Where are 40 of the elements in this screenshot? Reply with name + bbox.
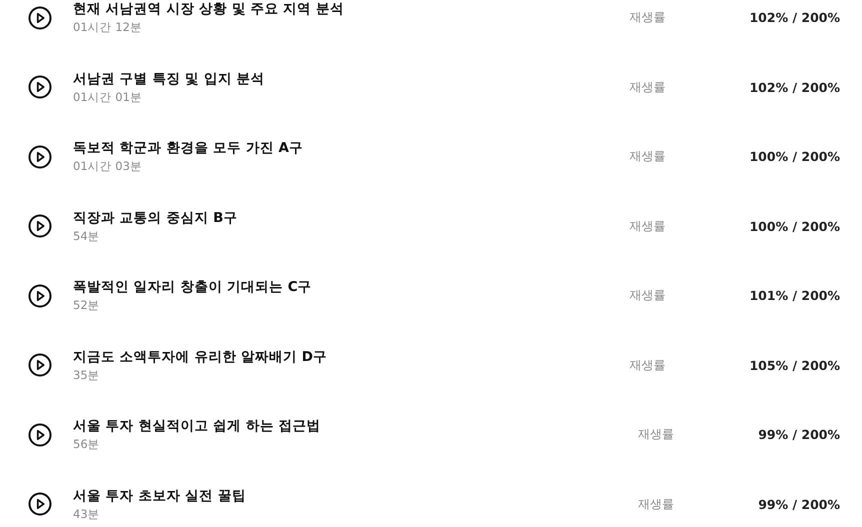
playback-rate-label: 재생률	[629, 78, 666, 96]
lesson-title[interactable]: 직장과 교통의 중심지 B구	[73, 208, 238, 227]
lesson-duration: 54분	[73, 228, 100, 244]
lesson-title[interactable]: 서남권 구별 특징 및 입지 분석	[73, 70, 264, 88]
lesson-duration: 01시간 12분	[73, 20, 142, 36]
play-icon[interactable]	[28, 214, 52, 238]
playback-rate: 101% / 200%	[749, 288, 840, 304]
playback-rate-label: 재생률	[629, 218, 666, 235]
lesson-duration: 56분	[73, 437, 100, 452]
play-icon[interactable]	[28, 284, 52, 308]
lesson-title[interactable]: 독보적 학군과 환경을 모두 가진 A구	[73, 139, 303, 158]
playback-rate-label: 재생률	[638, 496, 676, 513]
playback-rate: 99% / 200%	[758, 427, 840, 442]
lesson-duration: 35분	[73, 368, 100, 383]
lesson-duration: 43분	[73, 506, 100, 522]
play-icon[interactable]	[28, 422, 52, 447]
playback-rate: 105% / 200%	[749, 358, 840, 373]
playback-rate-label: 재생률	[638, 426, 676, 444]
play-icon[interactable]	[28, 492, 52, 516]
playback-rate: 99% / 200%	[758, 496, 840, 512]
lesson-title[interactable]: 지금도 소액투자에 유리한 알짜배기 D구	[73, 348, 328, 366]
playback-rate: 102% / 200%	[749, 80, 840, 95]
playback-rate-label: 재생률	[629, 9, 666, 26]
lesson-duration: 52분	[73, 298, 100, 314]
lesson-title[interactable]: 폭발적인 일자리 창출이 기대되는 C구	[73, 278, 312, 296]
lesson-title[interactable]: 서울 투자 초보자 실전 꿀팁	[73, 486, 246, 505]
playback-rate: 100% / 200%	[749, 149, 840, 164]
lesson-duration: 01시간 01분	[73, 90, 142, 105]
playback-rate: 102% / 200%	[749, 10, 840, 26]
play-icon[interactable]	[28, 144, 52, 169]
lesson-title[interactable]: 현재 서남권역 시장 상황 및 주요 지역 분석	[73, 0, 344, 18]
lesson-title[interactable]: 서울 투자 현실적이고 쉽게 하는 접근법	[73, 417, 320, 436]
playback-rate-label: 재생률	[629, 148, 666, 166]
playback-rate-label: 재생률	[629, 287, 666, 304]
playback-rate: 100% / 200%	[749, 218, 840, 234]
play-icon[interactable]	[28, 353, 52, 378]
playback-rate-label: 재생률	[629, 356, 666, 374]
play-icon[interactable]	[28, 75, 52, 100]
lesson-duration: 01시간 03분	[73, 159, 142, 174]
play-icon[interactable]	[28, 6, 52, 30]
